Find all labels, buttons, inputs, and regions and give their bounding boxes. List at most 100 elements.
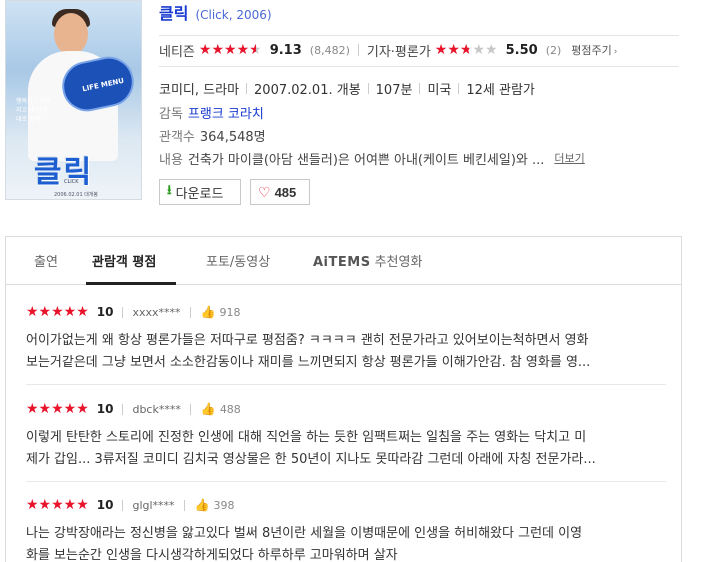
tab-bar: 출연 관람객 평점 포토/동영상 AiTEMS 추천영화	[6, 237, 681, 285]
star-icon: ★★★★★	[26, 304, 89, 320]
divider	[189, 403, 191, 415]
rate-button[interactable]: 평점주기 ›	[571, 42, 617, 58]
heart-icon: ♡	[258, 183, 271, 200]
star-empty-icon: ★	[472, 42, 486, 58]
star-empty-icon: ★	[485, 42, 498, 58]
chevron-right-icon: ›	[613, 47, 618, 57]
netizen-stars: ★ ★ ★ ★ ★	[199, 43, 262, 57]
star-half-icon: ★	[459, 42, 473, 58]
star-icon: ★	[434, 42, 448, 58]
divider	[189, 306, 191, 318]
review-panel: 출연 관람객 평점 포토/동영상 AiTEMS 추천영화 ★★★★★ 10 xxx…	[5, 236, 682, 562]
content-label: 내용	[159, 152, 183, 168]
divider	[246, 82, 248, 94]
download-label: 다운로드	[175, 185, 224, 201]
director-label: 감독	[159, 106, 183, 122]
star-icon: ★	[224, 42, 237, 58]
divider	[122, 499, 124, 511]
divider	[458, 82, 460, 94]
review-text: 이렇게 탄탄한 스토리에 진정한 인생에 대해 직언을 하는 듯한 임팩트쩌는 …	[26, 427, 666, 471]
movie-meta: 코미디, 드라마 2007.02.01. 개봉 107분 미국 12세 관람가	[159, 78, 535, 98]
divider	[159, 35, 679, 36]
star-half-icon: ★	[249, 42, 262, 58]
movie-info: 클릭 (Click, 2006) 네티즌 ★ ★ ★ ★ ★ 9.13 (8,4…	[159, 0, 699, 168]
meta-genre: 코미디, 드라마	[159, 82, 240, 98]
movie-poster[interactable]: LIFE MENU 행복지고 의뢰지고 내 인생대로 할래! 클릭 CLICK …	[5, 0, 142, 200]
aitems-logo: AiTEMS	[313, 255, 371, 270]
review-header: ★★★★★ 10 xxxx**** 👍 918	[26, 303, 666, 321]
review-user: glgl****	[132, 498, 175, 512]
rating-row: 네티즌 ★ ★ ★ ★ ★ 9.13 (8,482) 기자·평론가 ★ ★ ★ …	[159, 38, 689, 62]
more-link[interactable]: 더보기	[554, 150, 584, 166]
review-score: 10	[96, 305, 114, 319]
content-line: 내용 건축가 마이클(아담 샌들러)은 어여쁜 아내(케이트 베킨세일)와 ..…	[159, 148, 585, 168]
review-line: 어이가없는게 왜 항상 평론가들은 저따구로 평점줌? ㅋㅋㅋㅋ 괜히 전문가라…	[26, 333, 589, 348]
title-row: 클릭 (Click, 2006)	[159, 0, 699, 34]
aitems-suffix: 추천영화	[374, 255, 423, 270]
critic-label: 기자·평론가	[366, 44, 431, 60]
thumbs-up-icon[interactable]: 👍	[195, 498, 210, 512]
netizen-votes: (8,482)	[309, 43, 350, 57]
movie-subtitle: (Click, 2006)	[195, 8, 272, 22]
director-link[interactable]: 프랭크 코라치	[188, 103, 264, 122]
divider	[419, 82, 421, 94]
meta-rating: 12세 관람가	[466, 82, 535, 98]
divider	[122, 306, 124, 318]
divider	[26, 384, 666, 385]
netizen-label: 네티즌	[159, 44, 195, 60]
thumbs-up-icon[interactable]: 👍	[201, 402, 216, 416]
movie-title[interactable]: 클릭	[159, 0, 188, 24]
divider	[357, 44, 359, 56]
poster-logo-sub: CLICK	[64, 179, 79, 185]
review-line: 보는거같은데 그냥 보면서 소소한감동이나 재미를 느끼면되지 항상 평론가들 …	[26, 355, 591, 370]
critic-score: 5.50	[505, 42, 538, 58]
audience-line: 관객수 364,548명	[159, 125, 266, 145]
rate-button-label: 평점주기	[571, 44, 612, 57]
review-line: 화를 보는순간 인생을 다시생각하게되었다 하루하루 고마워하며 살자	[26, 548, 398, 562]
download-icon: ⭳	[167, 182, 172, 197]
thumbs-up-icon[interactable]: 👍	[201, 305, 216, 319]
review-likes: 488	[219, 402, 241, 416]
star-icon: ★	[211, 42, 225, 58]
tab-photo-video[interactable]: 포토/동영상	[206, 251, 270, 270]
divider	[159, 66, 679, 67]
poster-side-text: 행복지고 의뢰지고 내 인생대로 할래!	[16, 98, 52, 123]
download-button[interactable]: ⭳ 다운로드	[159, 179, 241, 205]
review-line: 나는 강박장애라는 정신병을 앓고있다 벌써 8년이란 세월을 이병때문에 인생…	[26, 526, 583, 541]
tab-audience-rating[interactable]: 관람객 평점	[92, 251, 156, 270]
active-tab-indicator	[86, 282, 176, 285]
review-header: ★★★★★ 10 glgl**** 👍 398	[26, 496, 666, 514]
review-user: dbck****	[132, 402, 181, 416]
review-text: 어이가없는게 왜 항상 평론가들은 저따구로 평점줌? ㅋㅋㅋㅋ 괜히 전문가라…	[26, 330, 666, 374]
meta-release: 2007.02.01. 개봉	[254, 82, 361, 98]
audience-count: 364,548명	[199, 129, 266, 145]
meta-country: 미국	[427, 82, 452, 98]
critic-votes: (2)	[545, 43, 562, 57]
critic-stars: ★ ★ ★ ★ ★	[435, 43, 498, 57]
content-summary: 건축가 마이클(아담 샌들러)은 어여쁜 아내(케이트 베킨세일)와 ...	[187, 152, 545, 168]
tab-aitems[interactable]: AiTEMS 추천영화	[313, 251, 422, 270]
poster-face	[54, 13, 88, 55]
star-icon: ★★★★★	[26, 401, 89, 417]
review-score: 10	[96, 498, 114, 512]
meta-runtime: 107분	[375, 82, 413, 98]
star-icon: ★	[198, 42, 212, 58]
review-item: ★★★★★ 10 glgl**** 👍 398 나는 강박장애라는 정신병을 앓…	[26, 496, 666, 562]
review-line: 제가 갑임... 3류저질 코미디 김치국 영상물은 한 50년이 지나도 못따…	[26, 452, 596, 467]
review-likes: 398	[213, 498, 235, 512]
tab-cast[interactable]: 출연	[34, 251, 58, 270]
audience-label: 관객수	[159, 129, 195, 145]
poster-credit: 2006.02.01 대개봉	[54, 192, 99, 198]
review-score: 10	[96, 402, 114, 416]
review-line: 이렇게 탄탄한 스토리에 진정한 인생에 대해 직언을 하는 듯한 임팩트쩌는 …	[26, 430, 587, 445]
like-button[interactable]: ♡ 485	[250, 179, 310, 205]
star-icon: ★	[236, 42, 250, 58]
divider	[26, 481, 666, 482]
review-item: ★★★★★ 10 dbck**** 👍 488 이렇게 탄탄한 스토리에 진정한…	[26, 400, 666, 471]
divider	[367, 82, 369, 94]
director-line: 감독 프랭크 코라치	[159, 102, 264, 122]
review-item: ★★★★★ 10 xxxx**** 👍 918 어이가없는게 왜 항상 평론가들…	[26, 303, 666, 374]
star-icon: ★★★★★	[26, 497, 89, 513]
divider	[122, 403, 124, 415]
divider	[183, 499, 185, 511]
